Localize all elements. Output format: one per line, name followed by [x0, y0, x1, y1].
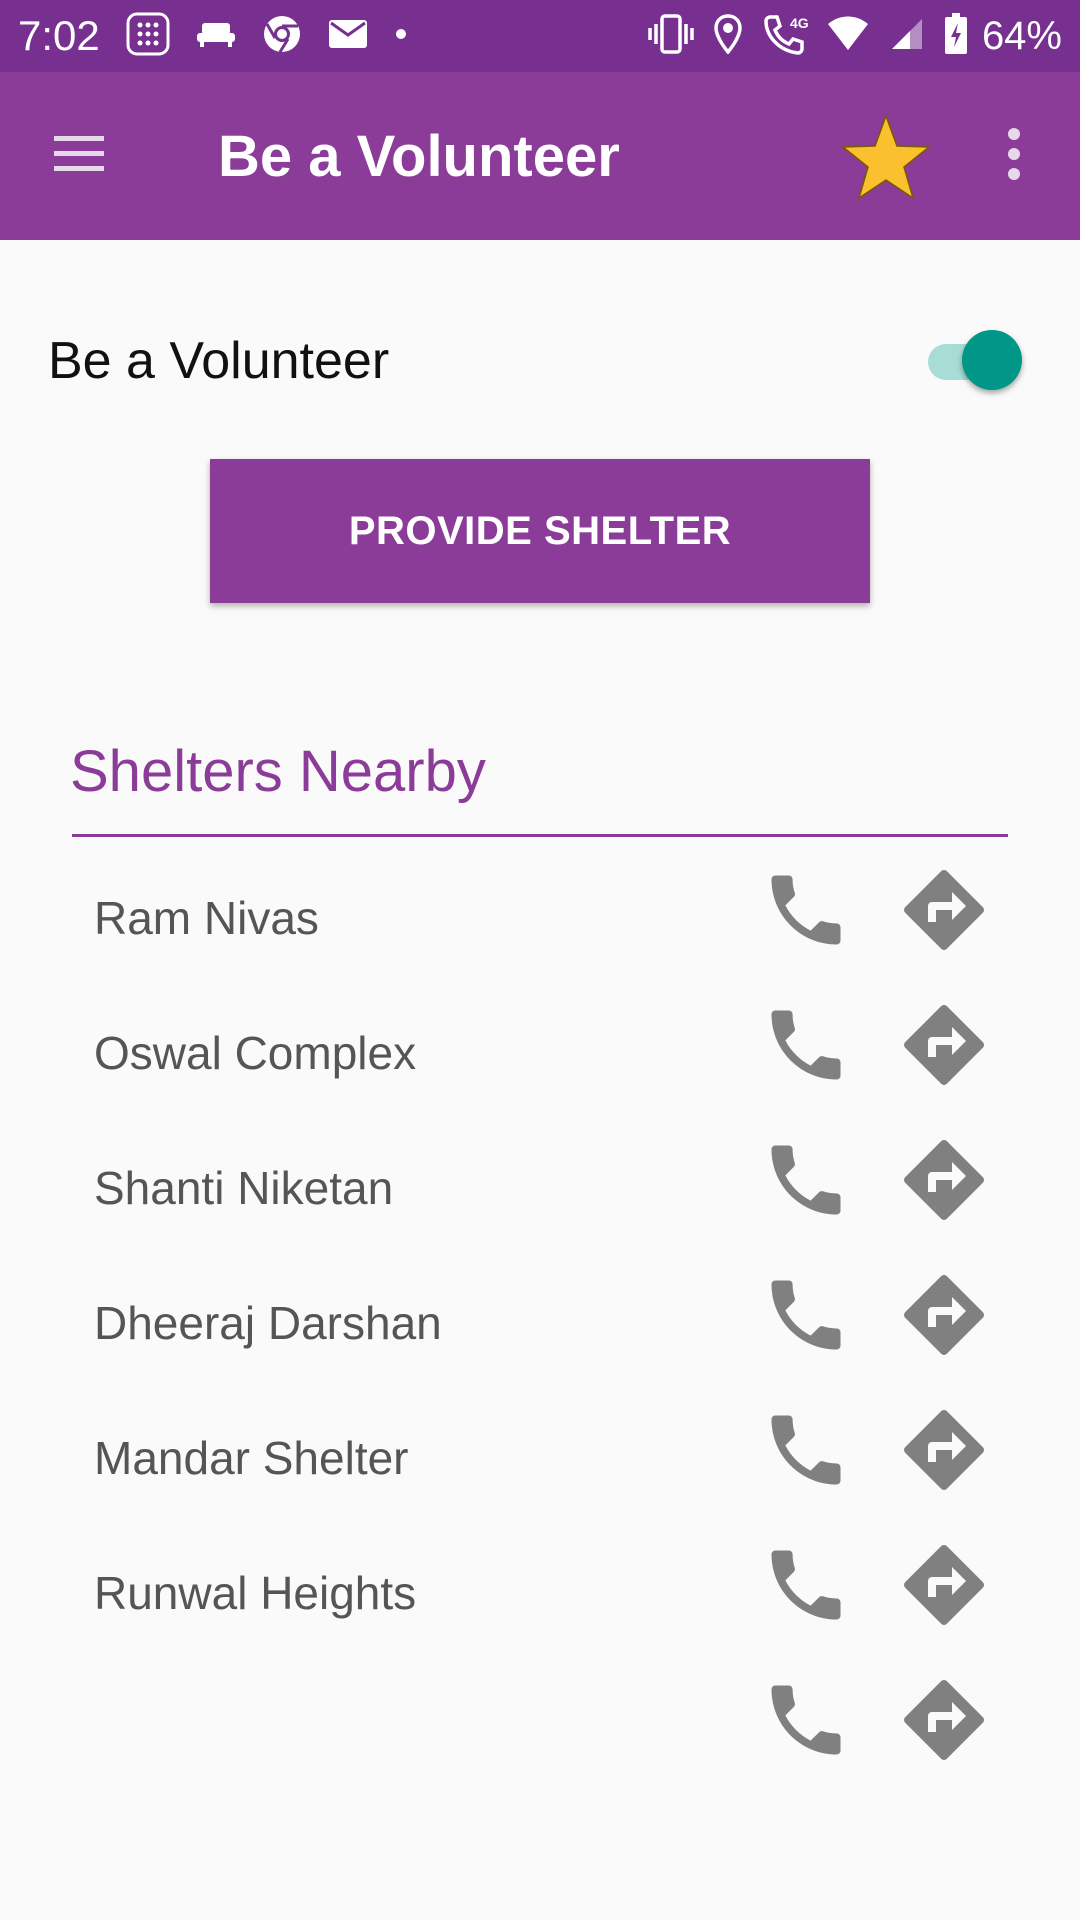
directions-icon[interactable]	[896, 1537, 992, 1633]
list-item: Ram Nivas	[0, 840, 1080, 975]
menu-icon[interactable]	[46, 124, 112, 184]
list-item: Mandar Shelter	[0, 1380, 1080, 1515]
battery-percent: 64%	[981, 13, 1062, 58]
shelter-name: Mandar Shelter	[94, 1432, 409, 1484]
shelter-list: Ram Nivas Oswal Complex Shanti Niketan D…	[0, 840, 1080, 1785]
chrome-icon	[262, 14, 302, 59]
vibrate-icon	[648, 13, 694, 59]
status-time: 7:02	[18, 12, 100, 59]
more-vert-icon[interactable]	[994, 124, 1034, 188]
shelter-name: Runwal Heights	[94, 1567, 417, 1619]
phone-icon[interactable]	[760, 864, 852, 956]
call-icon: 4G	[762, 13, 809, 60]
phone-icon[interactable]	[760, 1134, 852, 1226]
directions-icon[interactable]	[896, 997, 992, 1093]
phone-icon[interactable]	[760, 1674, 852, 1766]
directions-icon[interactable]	[896, 1267, 992, 1363]
provide-shelter-button[interactable]: PROVIDE SHELTER	[210, 459, 870, 603]
volunteer-toggle[interactable]	[924, 330, 1024, 390]
directions-icon[interactable]	[896, 862, 992, 958]
signal-icon	[890, 17, 924, 56]
app-title: Be a Volunteer	[218, 124, 620, 189]
directions-icon[interactable]	[896, 1672, 992, 1768]
volunteer-label: Be a Volunteer	[48, 332, 390, 390]
location-icon	[714, 13, 742, 59]
directions-icon[interactable]	[896, 1402, 992, 1498]
phone-icon[interactable]	[760, 999, 852, 1091]
shelter-name: Oswal Complex	[94, 1027, 417, 1079]
heading-divider	[72, 834, 1008, 837]
network-type: 4G	[789, 14, 809, 31]
star-icon[interactable]	[838, 112, 934, 202]
shelters-heading: Shelters Nearby	[70, 739, 486, 804]
dialpad-icon	[126, 12, 170, 61]
shelter-name: Ram Nivas	[94, 892, 319, 944]
status-bar: 7:02 4G 64%	[0, 0, 1080, 72]
phone-icon[interactable]	[760, 1539, 852, 1631]
mail-icon	[328, 19, 368, 54]
list-item: Dheeraj Darshan	[0, 1245, 1080, 1380]
sofa-icon	[196, 19, 236, 54]
phone-icon[interactable]	[760, 1269, 852, 1361]
directions-icon[interactable]	[896, 1132, 992, 1228]
list-item: Oswal Complex	[0, 975, 1080, 1110]
list-item: Shanti Niketan	[0, 1110, 1080, 1245]
phone-icon[interactable]	[760, 1404, 852, 1496]
status-right-icons: 4G 64%	[628, 0, 1080, 72]
battery-icon	[944, 12, 968, 60]
status-left-icons	[126, 12, 434, 61]
dot-icon	[394, 27, 408, 46]
app-bar: Be a Volunteer	[0, 72, 1080, 240]
list-item: Runwal Heights	[0, 1515, 1080, 1650]
shelter-name: Dheeraj Darshan	[94, 1297, 442, 1349]
toggle-thumb	[962, 330, 1022, 390]
wifi-icon	[826, 16, 870, 57]
list-item	[0, 1650, 1080, 1785]
shelter-name: Shanti Niketan	[94, 1162, 394, 1214]
